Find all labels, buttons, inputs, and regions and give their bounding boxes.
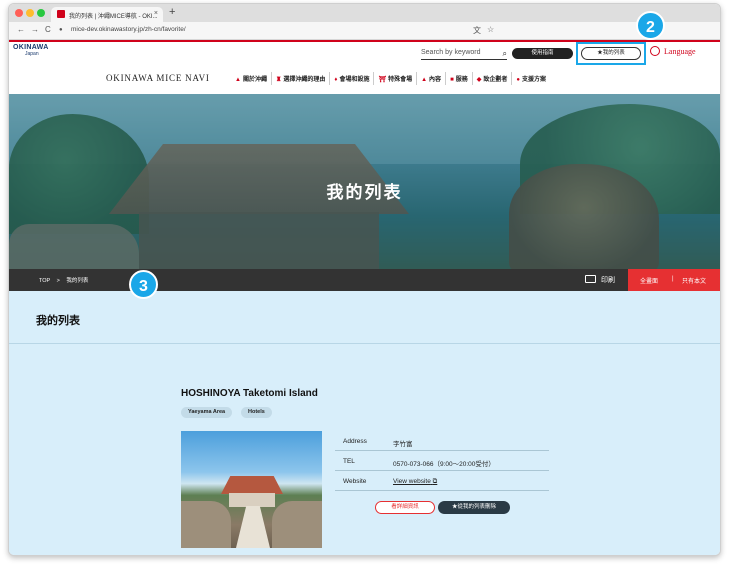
- nav-label: 特殊會場: [388, 77, 413, 83]
- item-details-table: Address 字竹富 TEL 0570-073-066（9:00〜20:00受…: [335, 431, 549, 491]
- site-logo[interactable]: OKINAWA Japan Where inspiration meets: [13, 44, 50, 190]
- external-link-icon: ⧉: [432, 478, 438, 485]
- url-field[interactable]: mice-dev.okinawastory.jp/zh-cn/favorite/: [71, 26, 186, 33]
- detail-key: Website: [343, 478, 367, 485]
- full-screen-button[interactable]: 全畫面: [640, 276, 658, 285]
- nav-item-special-venues[interactable]: ⛩ 特殊會場: [373, 72, 416, 85]
- nav-icon: ♜: [275, 77, 282, 83]
- nav-icon: ▲: [235, 77, 241, 83]
- guide-button[interactable]: 使用指南: [512, 48, 573, 59]
- detail-value: 0570-073-066（9:00〜20:00受付）: [393, 461, 495, 468]
- item-photo[interactable]: [181, 431, 322, 548]
- nav-item-about[interactable]: ▲ 關於沖繩: [231, 72, 271, 85]
- logo-sub: Japan: [25, 51, 39, 57]
- hero-title: 我的列表: [326, 183, 403, 202]
- minimize-window-dot[interactable]: [26, 9, 34, 17]
- breadcrumb: TOP > 我的列表: [39, 276, 88, 284]
- browser-tab[interactable]: 我的列表 | 沖繩MICE導航 - OKI... ×: [51, 7, 163, 22]
- reload-icon[interactable]: C: [45, 25, 51, 34]
- detail-row-tel: TEL 0570-073-066（9:00〜20:00受付）: [335, 451, 549, 471]
- remove-from-list-button[interactable]: ★從我的列表刪除: [438, 501, 510, 514]
- tab-close-icon[interactable]: ×: [154, 10, 158, 17]
- annotation-badge-2: 2: [636, 11, 665, 40]
- detail-row-website: Website View website ⧉: [335, 471, 549, 491]
- view-mode-toggle: 全畫面 | 只有本文: [628, 269, 720, 291]
- bookmark-star-icon[interactable]: ☆: [487, 25, 494, 34]
- nav-icon: ♦: [334, 77, 338, 83]
- nav-label: 服務: [455, 77, 468, 83]
- nav-label: 關於沖繩: [242, 77, 267, 83]
- search-input[interactable]: Search by keyword ⌕: [421, 49, 507, 60]
- favorite-list-button[interactable]: ★我的列表: [581, 47, 641, 60]
- view-detail-button[interactable]: 看詳細資訊: [375, 501, 435, 514]
- nav-icon: ▲: [421, 77, 428, 83]
- detail-row-address: Address 字竹富: [335, 431, 549, 451]
- tab-title: 我的列表 | 沖繩MICE導航 - OKI...: [69, 14, 158, 20]
- website-link[interactable]: View website ⧉: [393, 478, 437, 486]
- print-button[interactable]: 印刷: [585, 275, 615, 285]
- nav-item-support[interactable]: ● 支援方案: [511, 72, 550, 85]
- nav-label: 內容: [429, 77, 442, 83]
- nav-icon: ⛩: [378, 77, 387, 83]
- nav-icon: ◆: [476, 77, 482, 83]
- nav-label: 致企劃者: [483, 77, 508, 83]
- breadcrumb-bar: TOP > 我的列表 印刷 全畫面 | 只有本文: [9, 269, 720, 291]
- nav-item-planners[interactable]: ◆ 致企劃者: [471, 72, 512, 85]
- breadcrumb-home-link[interactable]: TOP: [39, 278, 50, 284]
- hero-banner: 我的列表: [9, 94, 720, 269]
- annotation-badge-3: 3: [129, 270, 158, 299]
- nav-label: 選擇沖繩的理由: [283, 77, 326, 83]
- breadcrumb-separator: >: [56, 278, 60, 284]
- photo-roof: [221, 476, 283, 494]
- print-label: 印刷: [601, 277, 615, 284]
- item-tag-area: Yaeyama Area: [181, 407, 233, 418]
- page-title: 我的列表: [36, 315, 80, 327]
- printer-icon: [585, 275, 596, 283]
- photo-path: [236, 506, 270, 548]
- new-tab-button[interactable]: +: [169, 6, 175, 18]
- nav-item-reasons[interactable]: ♜ 選擇沖繩的理由: [270, 72, 329, 85]
- close-window-dot[interactable]: [15, 9, 23, 17]
- item-tag-category: Hotels: [241, 407, 272, 418]
- detail-key: TEL: [343, 458, 355, 465]
- lock-icon: ●: [59, 27, 63, 33]
- photo-building: [229, 493, 275, 507]
- back-icon[interactable]: ←: [17, 25, 25, 34]
- photo-wall-left: [181, 501, 231, 548]
- main-content: 我的列表 HOSHINOYA Taketomi Island Yaeyama A…: [9, 291, 720, 555]
- nav-icon: ●: [516, 77, 520, 83]
- language-label: Language: [664, 47, 696, 56]
- content-divider: [9, 343, 720, 344]
- nav-item-contents[interactable]: ▲ 內容: [416, 72, 445, 85]
- photo-wall-right: [272, 501, 322, 548]
- forward-icon[interactable]: →: [31, 25, 39, 34]
- favicon-icon: [57, 10, 65, 18]
- maximize-window-dot[interactable]: [37, 9, 45, 17]
- search-placeholder: Search by keyword: [421, 49, 481, 56]
- detail-value: 字竹富: [393, 441, 413, 448]
- address-bar-row: ← → C ● mice-dev.okinawastory.jp/zh-cn/f…: [9, 22, 720, 40]
- nav-item-venues[interactable]: ♦ 會場和設施: [329, 72, 373, 85]
- global-nav: ▲ 關於沖繩 ♜ 選擇沖繩的理由 ♦ 會場和設施 ⛩ 特殊會場 ▲ 內容 ■ 服務 ◆ 致企劃…: [231, 72, 550, 85]
- language-selector[interactable]: Language: [650, 46, 696, 56]
- site-header: OKINAWA Japan Where inspiration meets Se…: [9, 40, 720, 190]
- globe-icon: [650, 46, 660, 56]
- translate-icon[interactable]: 文: [473, 25, 481, 36]
- item-title[interactable]: HOSHINOYA Taketomi Island: [181, 388, 318, 399]
- text-only-button[interactable]: 只有本文: [682, 276, 706, 285]
- search-icon[interactable]: ⌕: [503, 49, 507, 59]
- website-link-label: View website: [393, 478, 431, 485]
- browser-tabbar: 我的列表 | 沖繩MICE導航 - OKI... × +: [9, 4, 720, 22]
- nav-label: 支援方案: [521, 77, 546, 83]
- detail-key: Address: [343, 438, 367, 445]
- nav-label: 會場和設施: [339, 77, 370, 83]
- logo-name: OKINAWA: [13, 44, 49, 51]
- browser-window: 我的列表 | 沖繩MICE導航 - OKI... × + ← → C ● mic…: [8, 3, 721, 556]
- nav-item-services[interactable]: ■ 服務: [445, 72, 472, 85]
- breadcrumb-current: 我的列表: [66, 278, 89, 284]
- favorite-list-highlight: ★我的列表: [576, 42, 646, 65]
- nav-icon: ■: [450, 77, 454, 83]
- view-mode-divider: |: [672, 276, 674, 282]
- site-title[interactable]: OKINAWA MICE NAVI: [106, 73, 210, 83]
